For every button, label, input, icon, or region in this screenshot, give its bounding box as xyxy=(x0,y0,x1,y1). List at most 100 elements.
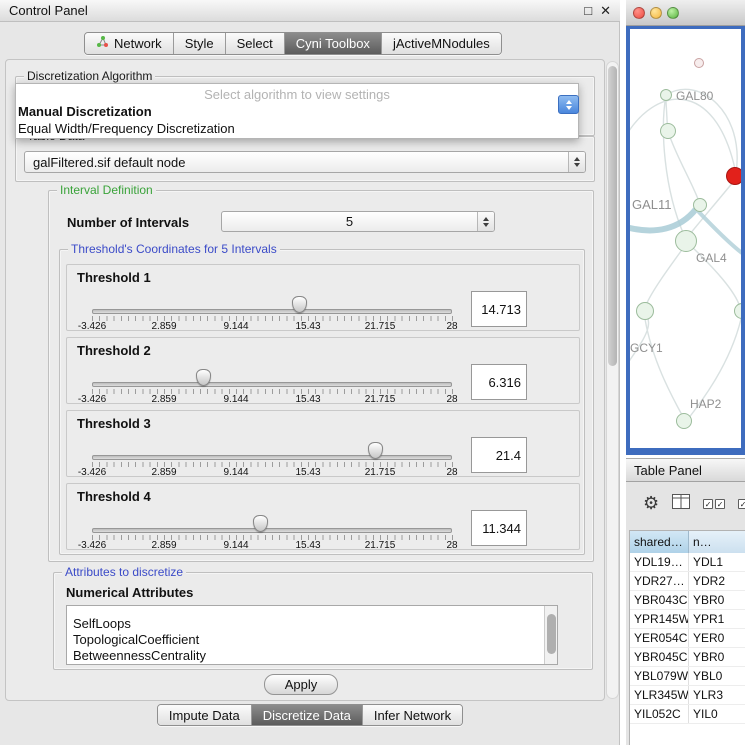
scale-label: -3.426 xyxy=(78,394,106,405)
number-of-intervals-label: Number of Intervals xyxy=(67,215,189,230)
threshold-1-panel: Threshold 1 -3.426 2.859 9.144 15.43 21.… xyxy=(66,264,580,331)
network-node[interactable] xyxy=(660,123,676,139)
scale-label: 2.859 xyxy=(151,321,176,332)
cell-shared-name: YDR27… xyxy=(630,572,689,590)
dropdown-item-manual-discretization[interactable]: Manual Discretization xyxy=(18,104,152,119)
cell-name: YDL1 xyxy=(689,553,745,571)
table-row[interactable]: YDR27…YDR2 xyxy=(630,572,745,591)
columns-icon[interactable] xyxy=(672,494,690,514)
tab-jactivemodules[interactable]: jActiveMNodules xyxy=(382,33,501,54)
column-header-shared-name[interactable]: shared… xyxy=(630,531,689,553)
threshold-4-value-field[interactable]: 11.344 xyxy=(471,510,527,546)
table-row[interactable]: YER054CYER0 xyxy=(630,629,745,648)
table-row[interactable]: YDL19…YDL1 xyxy=(630,553,745,572)
scale-label: 21.715 xyxy=(365,540,396,551)
tab-style-label: Style xyxy=(185,36,214,51)
network-node[interactable] xyxy=(693,198,707,212)
apply-button[interactable]: Apply xyxy=(264,674,338,695)
scale-label: 9.144 xyxy=(223,540,248,551)
table-panel-window: ⚙ ✓ ✓ ✓ shared… n… YDL19…YDL1 YDR27…YDR2… xyxy=(626,482,745,745)
float-window-icon[interactable]: □ xyxy=(584,4,592,17)
tab-discretize-data[interactable]: Discretize Data xyxy=(252,705,363,725)
select-all-checkboxes-icon[interactable]: ✓ ✓ xyxy=(703,499,725,509)
network-node[interactable] xyxy=(694,58,704,68)
number-of-intervals-stepper[interactable] xyxy=(477,212,494,231)
scale-label: -3.426 xyxy=(78,540,106,551)
close-window-icon[interactable]: ✕ xyxy=(600,4,611,17)
tab-impute-data[interactable]: Impute Data xyxy=(158,705,252,725)
thresholds-coordinates-group: Threshold's Coordinates for 5 Intervals … xyxy=(59,249,585,555)
scale-label: 15.43 xyxy=(295,321,320,332)
threshold-2-value-field[interactable]: 6.316 xyxy=(471,364,527,400)
cell-name: YLR3 xyxy=(689,686,745,704)
tab-cyni-toolbox[interactable]: Cyni Toolbox xyxy=(285,33,382,54)
dropdown-item-equal-width-frequency[interactable]: Equal Width/Frequency Discretization xyxy=(18,121,235,136)
cell-shared-name: YBR045C xyxy=(630,648,689,666)
table-data-combobox-stepper[interactable] xyxy=(568,152,585,172)
control-panel-scrollbar-thumb[interactable] xyxy=(608,66,617,366)
tab-select[interactable]: Select xyxy=(226,33,285,54)
tab-infer-network[interactable]: Infer Network xyxy=(363,705,462,725)
number-of-intervals-combobox[interactable]: 5 xyxy=(221,211,495,232)
stepper-down-icon xyxy=(566,106,572,110)
network-node[interactable] xyxy=(675,230,697,252)
threshold-4-slider-scale: -3.426 2.859 9.144 15.43 21.715 28 xyxy=(92,540,452,552)
table-panel-header: Table Panel xyxy=(626,458,745,482)
tab-impute-data-label: Impute Data xyxy=(169,708,240,723)
cell-name: YIL0 xyxy=(689,705,745,723)
threshold-3-slider-track[interactable] xyxy=(92,455,452,460)
table-row[interactable]: YBR043CYBR0 xyxy=(630,591,745,610)
network-node[interactable] xyxy=(660,89,672,101)
table-row[interactable]: YBL079WYBL0 xyxy=(630,667,745,686)
algorithm-combo-stepper[interactable] xyxy=(558,95,579,114)
cell-name: YER0 xyxy=(689,629,745,647)
table-row[interactable]: YBR045CYBR0 xyxy=(630,648,745,667)
threshold-4-slider-track[interactable] xyxy=(92,528,452,533)
close-traffic-light[interactable] xyxy=(633,7,645,19)
threshold-1-slider-track[interactable] xyxy=(92,309,452,314)
network-node[interactable] xyxy=(636,302,654,320)
network-canvas-frame: GAL80 GAL11 GAL4 GCY1 HAP2 xyxy=(626,26,745,455)
gear-icon[interactable]: ⚙ xyxy=(643,495,659,513)
table-row[interactable]: YIL052CYIL0 xyxy=(630,705,745,724)
network-view-window: GAL80 GAL11 GAL4 GCY1 HAP2 xyxy=(626,0,745,455)
table-row[interactable]: YLR345WYLR3 xyxy=(630,686,745,705)
scale-label: -3.426 xyxy=(78,467,106,478)
select-function-icon[interactable]: ✓ xyxy=(738,499,745,509)
threshold-2-slider-track[interactable] xyxy=(92,382,452,387)
attributes-list-scrollbar-thumb[interactable] xyxy=(547,614,556,654)
minimize-traffic-light[interactable] xyxy=(650,7,662,19)
table-panel-title: Table Panel xyxy=(634,463,702,478)
threshold-1-slider-scale: -3.426 2.859 9.144 15.43 21.715 28 xyxy=(92,321,452,333)
cell-name: YBR0 xyxy=(689,591,745,609)
table-data-combobox-value: galFiltered.sif default node xyxy=(25,155,568,170)
threshold-2-panel: Threshold 2 -3.426 2.859 9.144 15.43 21.… xyxy=(66,337,580,404)
cell-name: YDR2 xyxy=(689,572,745,590)
cell-shared-name: YBR043C xyxy=(630,591,689,609)
table-row[interactable]: YPR145WYPR1 xyxy=(630,610,745,629)
attributes-list-scrollbar[interactable] xyxy=(544,606,557,664)
network-node-selected[interactable] xyxy=(726,167,741,185)
checkbox-icon: ✓ xyxy=(738,499,745,509)
cell-name: YPR1 xyxy=(689,610,745,628)
network-node[interactable] xyxy=(676,413,692,429)
list-item-selfloops[interactable]: SelfLoops xyxy=(67,616,557,632)
tab-cyni-toolbox-label: Cyni Toolbox xyxy=(296,36,370,51)
stepper-down-icon xyxy=(483,223,489,227)
list-item-topologicalcoefficient[interactable]: TopologicalCoefficient xyxy=(67,632,557,648)
tab-network[interactable]: Network xyxy=(85,33,174,54)
tab-style[interactable]: Style xyxy=(174,33,226,54)
column-header-name[interactable]: n… xyxy=(689,531,745,553)
zoom-traffic-light[interactable] xyxy=(667,7,679,19)
checkbox-icon: ✓ xyxy=(715,499,725,509)
tab-jactivemodules-label: jActiveMNodules xyxy=(393,36,490,51)
table-data-combobox[interactable]: galFiltered.sif default node xyxy=(24,151,586,173)
list-item-betweennesscentrality[interactable]: BetweennessCentrality xyxy=(67,648,557,664)
network-canvas[interactable]: GAL80 GAL11 GAL4 GCY1 HAP2 xyxy=(630,29,741,448)
control-panel-scrollbar[interactable] xyxy=(606,61,619,699)
threshold-2-slider-scale: -3.426 2.859 9.144 15.43 21.715 28 xyxy=(92,394,452,406)
threshold-1-value-field[interactable]: 14.713 xyxy=(471,291,527,327)
scale-label: 9.144 xyxy=(223,394,248,405)
threshold-4-label: Threshold 4 xyxy=(77,489,151,504)
threshold-3-value-field[interactable]: 21.4 xyxy=(471,437,527,473)
